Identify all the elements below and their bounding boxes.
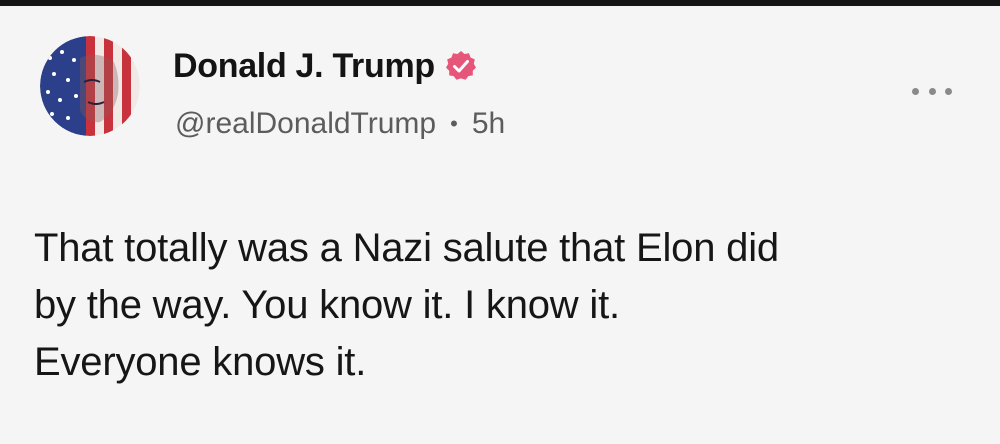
author-handle[interactable]: @realDonaldTrump (175, 107, 436, 141)
post-card: Donald J. Trump @realDonaldTrump • 5h Th… (0, 6, 1000, 444)
author-display-name[interactable]: Donald J. Trump (173, 47, 435, 86)
verified-badge-icon (445, 50, 477, 82)
author-meta-row: @realDonaldTrump • 5h (175, 104, 505, 144)
more-dot (945, 87, 952, 95)
more-dot (912, 87, 919, 95)
author-name-row: Donald J. Trump (173, 44, 477, 88)
avatar[interactable] (40, 36, 140, 136)
more-dot (928, 87, 936, 95)
meta-separator: • (450, 111, 458, 136)
flag-face-avatar-icon (40, 36, 140, 136)
more-options-icon[interactable] (912, 76, 952, 106)
post-timestamp[interactable]: 5h (472, 107, 505, 141)
post-body-text: That totally was a Nazi salute that Elon… (34, 226, 779, 384)
